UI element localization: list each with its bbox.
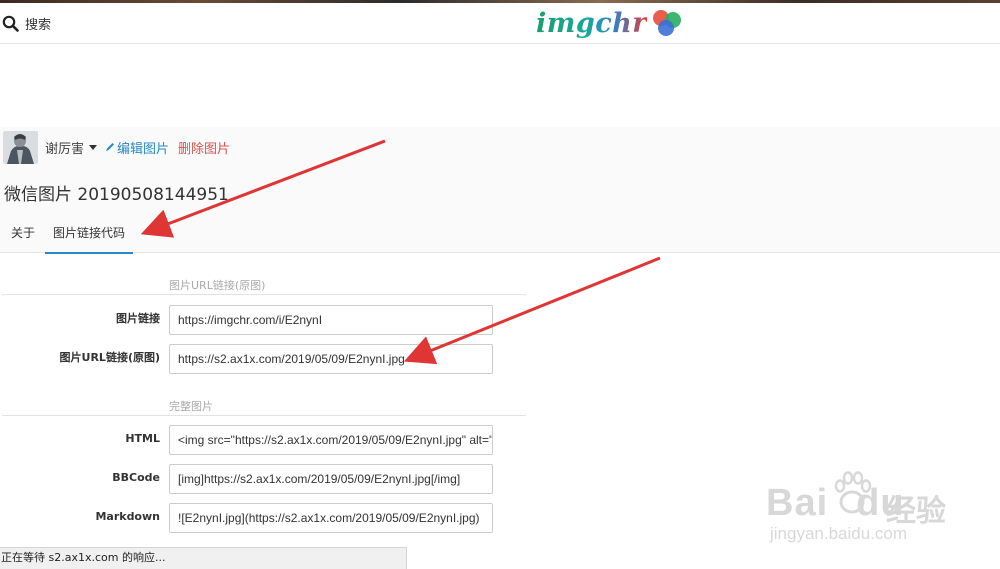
image-url-original-field[interactable]: https://s2.ax1x.com/2019/05/09/E2nynI.jp… <box>169 344 493 374</box>
html-code-row: HTML <img src="https://s2.ax1x.com/2019/… <box>0 425 500 455</box>
image-title: 微信图片 20190508144951 <box>4 185 229 205</box>
search-icon <box>2 15 19 32</box>
image-url-original-label: 图片URL链接(原图) <box>59 351 160 364</box>
bbcode-label: BBCode <box>112 471 160 484</box>
image-link-field[interactable]: https://imgchr.com/i/E2nynI <box>169 305 493 335</box>
edit-image-label: 编辑图片 <box>117 141 170 157</box>
owner-name-dropdown[interactable]: 谢厉害 <box>45 138 98 157</box>
tab-bar: 关于 图片链接代码 <box>0 218 134 254</box>
pencil-icon <box>105 142 117 152</box>
html-code-field[interactable]: <img src="https://s2.ax1x.com/2019/05/09… <box>169 425 493 455</box>
browser-status-bar: 正在等待 s2.ax1x.com 的响应... <box>0 547 407 569</box>
site-logo[interactable]: imgchr <box>536 5 685 41</box>
tab-about[interactable]: 关于 <box>3 218 43 254</box>
image-link-label: 图片链接 <box>116 312 160 325</box>
paw-icon <box>832 466 872 520</box>
markdown-label: Markdown <box>95 510 160 523</box>
owner-row: 谢厉害 编辑图片 删除图片 <box>3 130 230 164</box>
logo-text: imgchr <box>536 7 647 39</box>
section-title-url-original: 图片URL链接(原图) <box>2 279 526 295</box>
search-label: 搜索 <box>25 17 52 33</box>
delete-image-link[interactable]: 删除图片 <box>178 138 230 157</box>
avatar[interactable] <box>3 130 38 164</box>
html-code-label: HTML <box>125 432 160 445</box>
image-link-row: 图片链接 https://imgchr.com/i/E2nynI <box>0 305 500 335</box>
owner-name: 谢厉害 <box>45 141 85 157</box>
markdown-row: Markdown ![E2nynI.jpg](https://s2.ax1x.c… <box>0 503 500 533</box>
caret-down-icon <box>89 144 98 150</box>
bbcode-row: BBCode [img]https://s2.ax1x.com/2019/05/… <box>0 464 500 494</box>
edit-image-link[interactable]: 编辑图片 <box>105 138 169 157</box>
watermark-url: jingyan.baidu.com <box>770 524 908 543</box>
tab-link-codes[interactable]: 图片链接代码 <box>45 218 134 254</box>
top-navigation-bar: 搜索 imgchr <box>0 3 1000 44</box>
section-title-full-image: 完整图片 <box>2 400 526 416</box>
image-url-original-row: 图片URL链接(原图) https://s2.ax1x.com/2019/05/… <box>0 344 500 374</box>
markdown-field[interactable]: ![E2nynI.jpg](https://s2.ax1x.com/2019/0… <box>169 503 493 533</box>
baidu-jingyan-watermark: Bai du 经验 jingyan.baidu.com <box>766 466 966 546</box>
bbcode-field[interactable]: [img]https://s2.ax1x.com/2019/05/09/E2ny… <box>169 464 493 494</box>
search-button[interactable]: 搜索 <box>2 12 51 34</box>
logo-dots-icon <box>653 8 685 38</box>
